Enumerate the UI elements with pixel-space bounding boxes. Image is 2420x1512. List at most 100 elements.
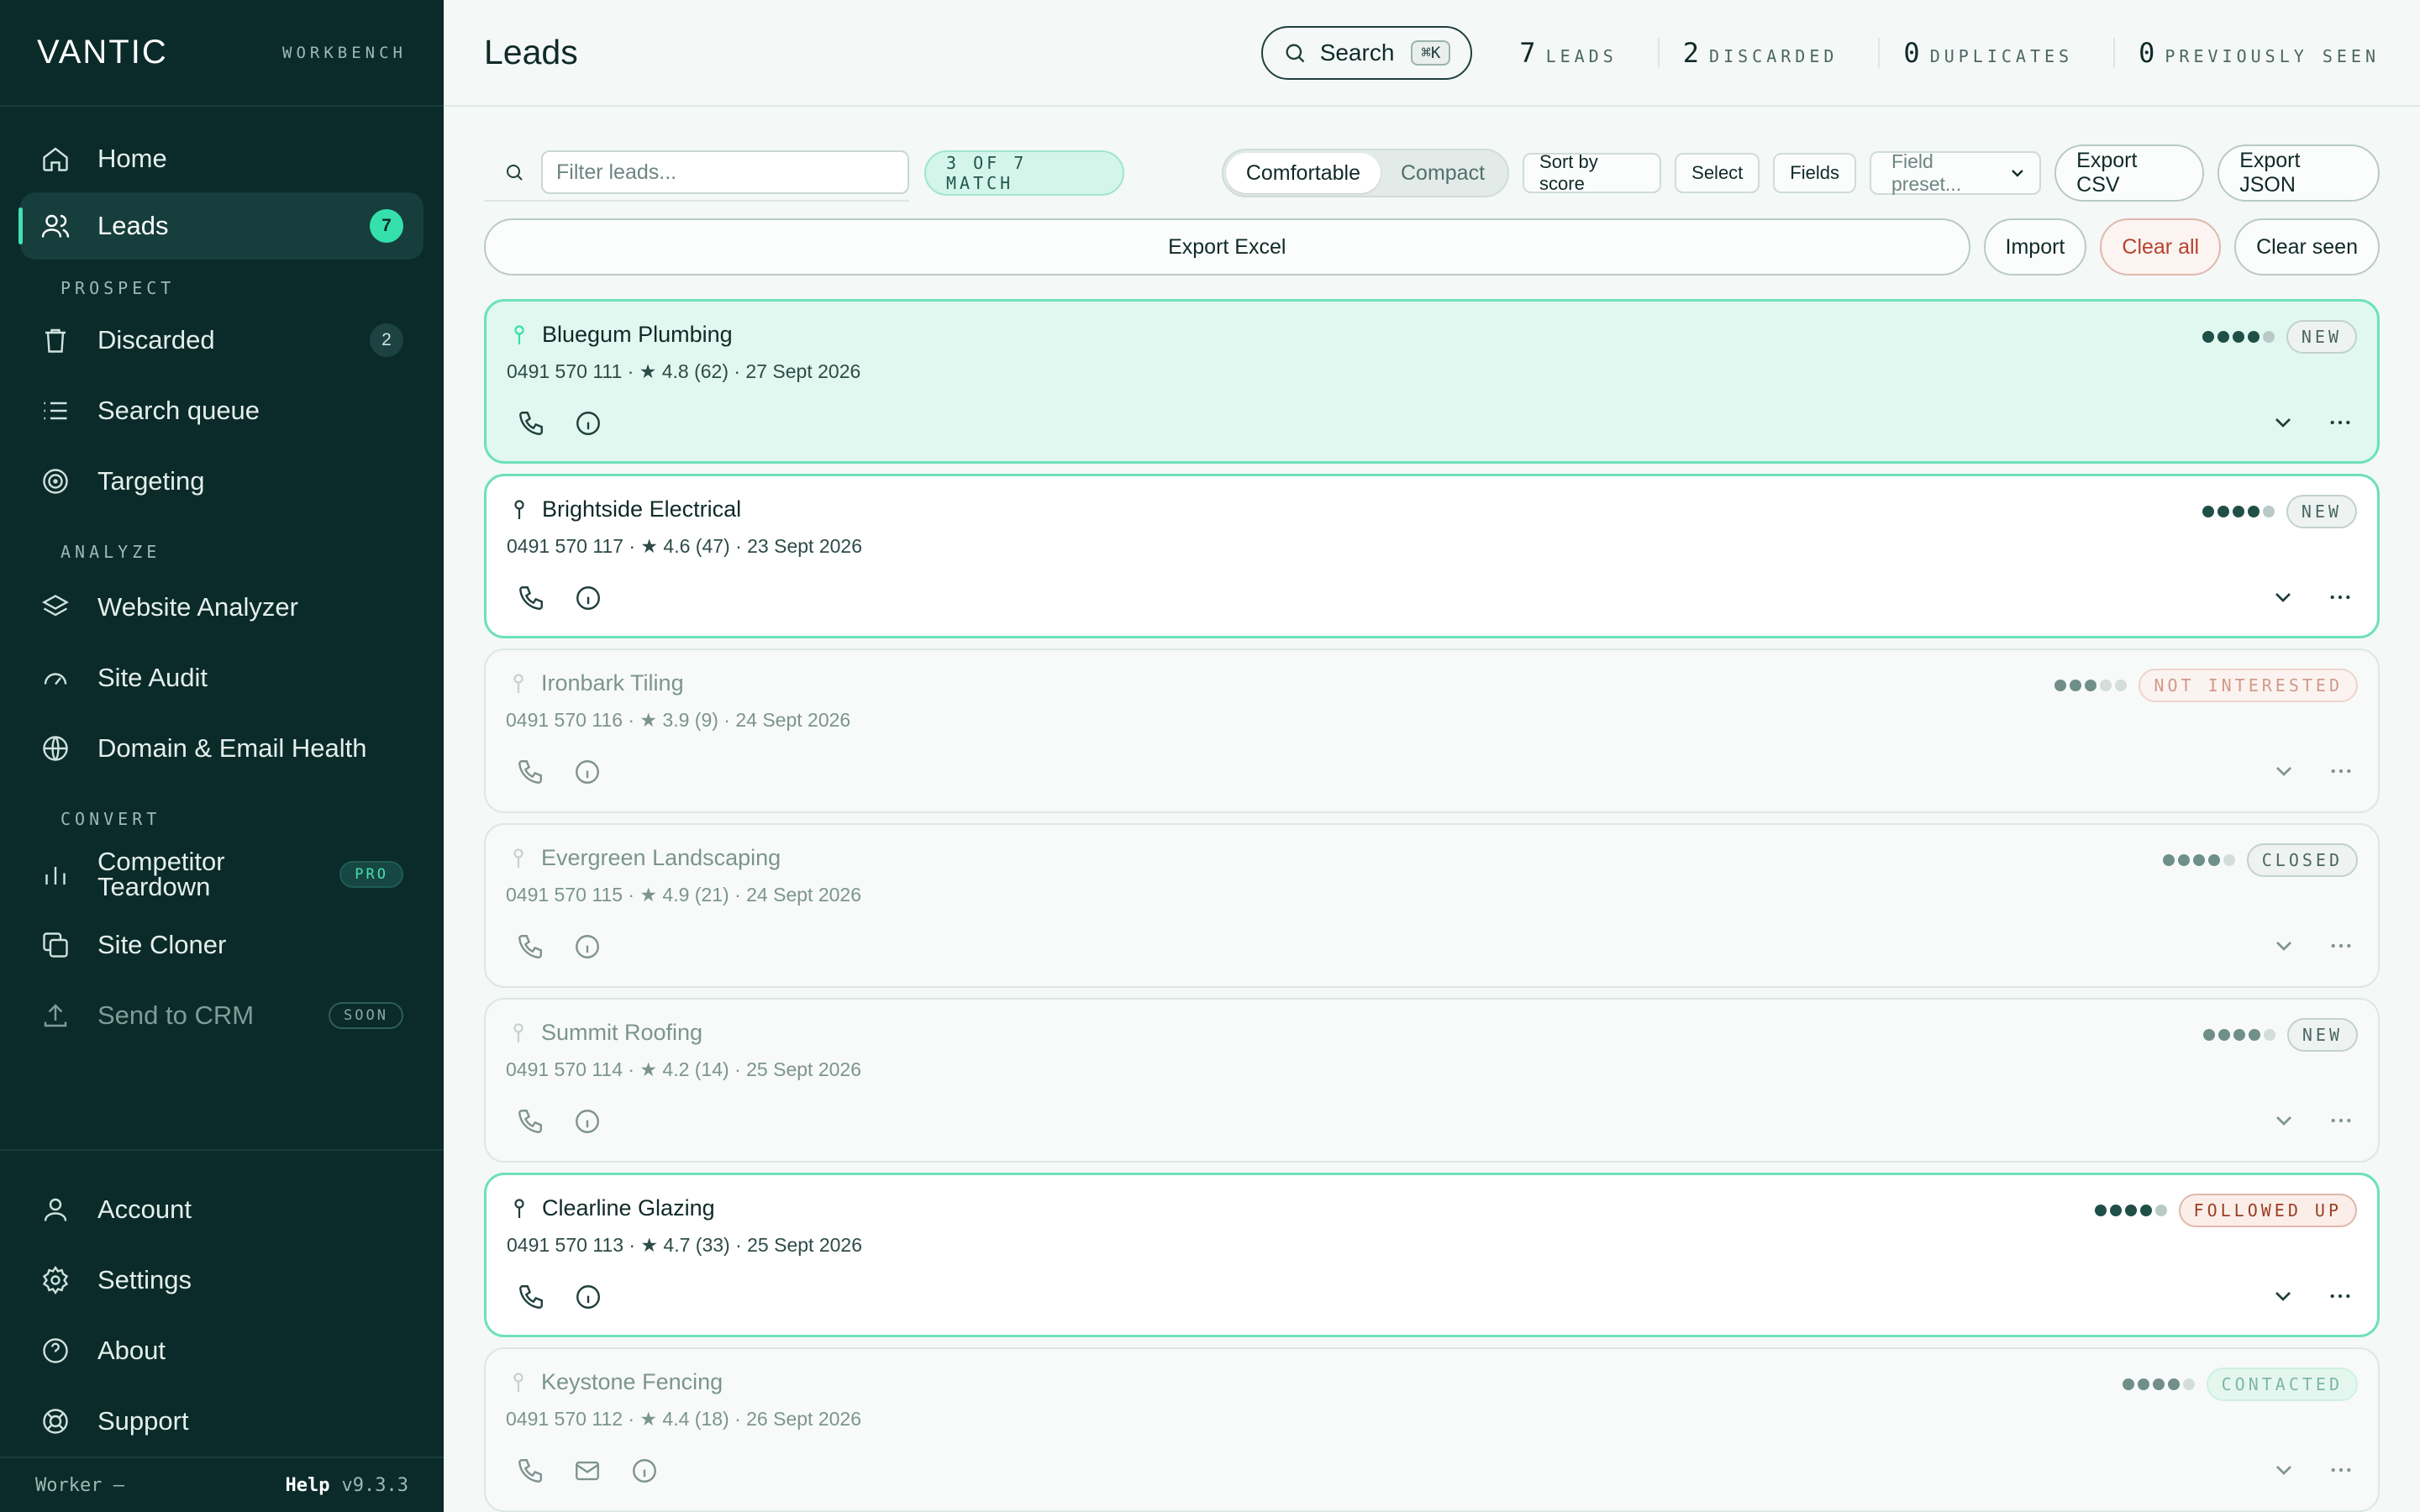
lead-card[interactable]: Evergreen Landscaping 0491 570 115 · ★ 4…: [484, 823, 2380, 988]
score-dot: [2247, 506, 2260, 517]
lead-meta: 0491 570 115 · ★ 4.9 (21) · 24 Sept 2026: [506, 884, 861, 906]
status-badge[interactable]: NOT INTERESTED: [2139, 669, 2358, 702]
phone-icon[interactable]: [517, 1283, 545, 1311]
sidebar-item-leads[interactable]: Leads 7: [18, 192, 424, 260]
lead-card[interactable]: Bluegum Plumbing 0491 570 111 · ★ 4.8 (6…: [484, 299, 2380, 464]
phone-icon[interactable]: [516, 932, 544, 961]
chevron-down-icon[interactable]: [2270, 409, 2296, 436]
score-dot: [2263, 1029, 2275, 1041]
info-icon[interactable]: [574, 1283, 602, 1311]
sidebar-item-account[interactable]: Account: [20, 1176, 424, 1243]
lead-meta: 0491 570 112 · ★ 4.4 (18) · 26 Sept 2026: [506, 1408, 861, 1430]
filter-leads-input[interactable]: [541, 150, 909, 194]
phone-icon[interactable]: [516, 758, 544, 786]
lead-card[interactable]: Brightside Electrical 0491 570 117 · ★ 4…: [484, 474, 2380, 638]
fields-button[interactable]: Fields: [1773, 153, 1856, 193]
lead-header: Clearline Glazing: [510, 1195, 715, 1221]
pin-icon[interactable]: [510, 324, 529, 346]
chevron-down-icon[interactable]: [2270, 1457, 2297, 1483]
lead-score-dots: [2160, 854, 2235, 866]
export-csv-button[interactable]: Export CSV: [2054, 144, 2205, 202]
lead-score-dots: [2091, 1205, 2167, 1216]
chevron-down-icon[interactable]: [2270, 584, 2296, 611]
sidebar-item-about[interactable]: About: [20, 1317, 424, 1384]
field-preset-select[interactable]: Field preset...: [1869, 150, 2042, 195]
lead-card[interactable]: Ironbark Tiling 0491 570 116 · ★ 3.9 (9)…: [484, 648, 2380, 813]
mail-icon[interactable]: [573, 1457, 602, 1485]
sidebar-item-home[interactable]: Home: [20, 125, 424, 192]
info-icon[interactable]: [630, 1457, 659, 1485]
info-icon[interactable]: [573, 758, 602, 786]
score-dot: [2152, 1378, 2165, 1390]
phone-icon[interactable]: [517, 584, 545, 612]
lead-card[interactable]: Summit Roofing 0491 570 114 · ★ 4.2 (14)…: [484, 998, 2380, 1163]
status-badge[interactable]: FOLLOWED UP: [2178, 1194, 2357, 1227]
pin-icon[interactable]: [510, 499, 529, 521]
clear-seen-button[interactable]: Clear seen: [2234, 218, 2380, 276]
lead-header: Brightside Electrical: [510, 496, 741, 522]
status-badge[interactable]: NEW: [2286, 495, 2357, 528]
density-compact[interactable]: Compact: [1381, 153, 1505, 193]
status-badge[interactable]: NEW: [2286, 1018, 2358, 1052]
info-icon[interactable]: [573, 1107, 602, 1136]
sidebar-item-discarded[interactable]: Discarded 2: [20, 307, 424, 374]
chevron-down-icon[interactable]: [2270, 758, 2297, 785]
chevron-down-icon[interactable]: [2270, 1107, 2297, 1134]
more-icon[interactable]: [2328, 1457, 2354, 1483]
phone-icon[interactable]: [517, 409, 545, 438]
select-button[interactable]: Select: [1675, 153, 1760, 193]
lead-score-dots: [2199, 331, 2275, 343]
bar-chart-icon: [45, 867, 66, 885]
status-badge[interactable]: NEW: [2286, 320, 2357, 354]
help-link[interactable]: Help: [286, 1475, 330, 1496]
pin-icon[interactable]: [509, 848, 528, 869]
search-shortcut: ⌘K: [1411, 39, 1451, 66]
lead-name: Keystone Fencing: [541, 1369, 723, 1394]
info-icon[interactable]: [574, 584, 602, 612]
sidebar-item-targeting[interactable]: Targeting: [20, 448, 424, 515]
import-button[interactable]: Import: [1983, 218, 2087, 276]
sidebar-item-competitor-teardown[interactable]: Competitor Teardown PRO: [20, 841, 424, 908]
more-icon[interactable]: [2328, 932, 2354, 959]
info-icon[interactable]: [573, 932, 602, 961]
phone-icon[interactable]: [516, 1457, 544, 1485]
more-icon[interactable]: [2327, 584, 2354, 611]
more-icon[interactable]: [2328, 1107, 2354, 1134]
sidebar-item-settings[interactable]: Settings: [20, 1247, 424, 1314]
chevron-down-icon[interactable]: [2270, 1283, 2296, 1310]
status-badge[interactable]: CONTACTED: [2206, 1368, 2358, 1401]
export-json-button[interactable]: Export JSON: [2217, 144, 2380, 202]
more-icon[interactable]: [2328, 758, 2354, 785]
soon-badge: SOON: [329, 1002, 403, 1029]
pin-icon[interactable]: [509, 1372, 528, 1394]
score-dot: [2248, 1029, 2260, 1041]
sidebar-item-domain-health[interactable]: Domain & Email Health: [20, 715, 424, 782]
search-button[interactable]: Search ⌘K: [1260, 25, 1473, 80]
sidebar-item-label: Account: [97, 1194, 192, 1224]
sidebar-item-site-cloner[interactable]: Site Cloner: [20, 911, 424, 979]
lead-card[interactable]: Clearline Glazing 0491 570 113 · ★ 4.7 (…: [484, 1173, 2380, 1337]
pin-icon[interactable]: [509, 1022, 528, 1044]
sort-by-score-button[interactable]: Sort by score: [1523, 151, 1662, 194]
clear-all-button[interactable]: Clear all: [2100, 218, 2222, 276]
stat-value: 7: [1519, 36, 1536, 69]
sidebar-item-site-audit[interactable]: Site Audit: [20, 644, 424, 711]
status-badge[interactable]: CLOSED: [2246, 843, 2358, 877]
export-excel-button[interactable]: Export Excel: [484, 218, 1970, 276]
sidebar-item-search-queue[interactable]: Search queue: [20, 377, 424, 444]
brand-logo[interactable]: VANTIC: [37, 34, 168, 71]
sidebar-item-support[interactable]: Support: [20, 1388, 424, 1455]
sidebar-item-website-analyzer[interactable]: Website Analyzer: [20, 574, 424, 641]
more-icon[interactable]: [2327, 409, 2354, 436]
pin-icon[interactable]: [509, 673, 528, 695]
lead-card[interactable]: Keystone Fencing 0491 570 112 · ★ 4.4 (1…: [484, 1347, 2380, 1512]
density-comfortable[interactable]: Comfortable: [1225, 153, 1381, 193]
sidebar-item-send-to-crm[interactable]: Send to CRM SOON: [20, 982, 424, 1049]
info-icon[interactable]: [574, 409, 602, 438]
score-dot: [2202, 506, 2214, 517]
upload-icon: [44, 1004, 67, 1027]
phone-icon[interactable]: [516, 1107, 544, 1136]
more-icon[interactable]: [2327, 1283, 2354, 1310]
pin-icon[interactable]: [510, 1198, 529, 1220]
chevron-down-icon[interactable]: [2270, 932, 2297, 959]
